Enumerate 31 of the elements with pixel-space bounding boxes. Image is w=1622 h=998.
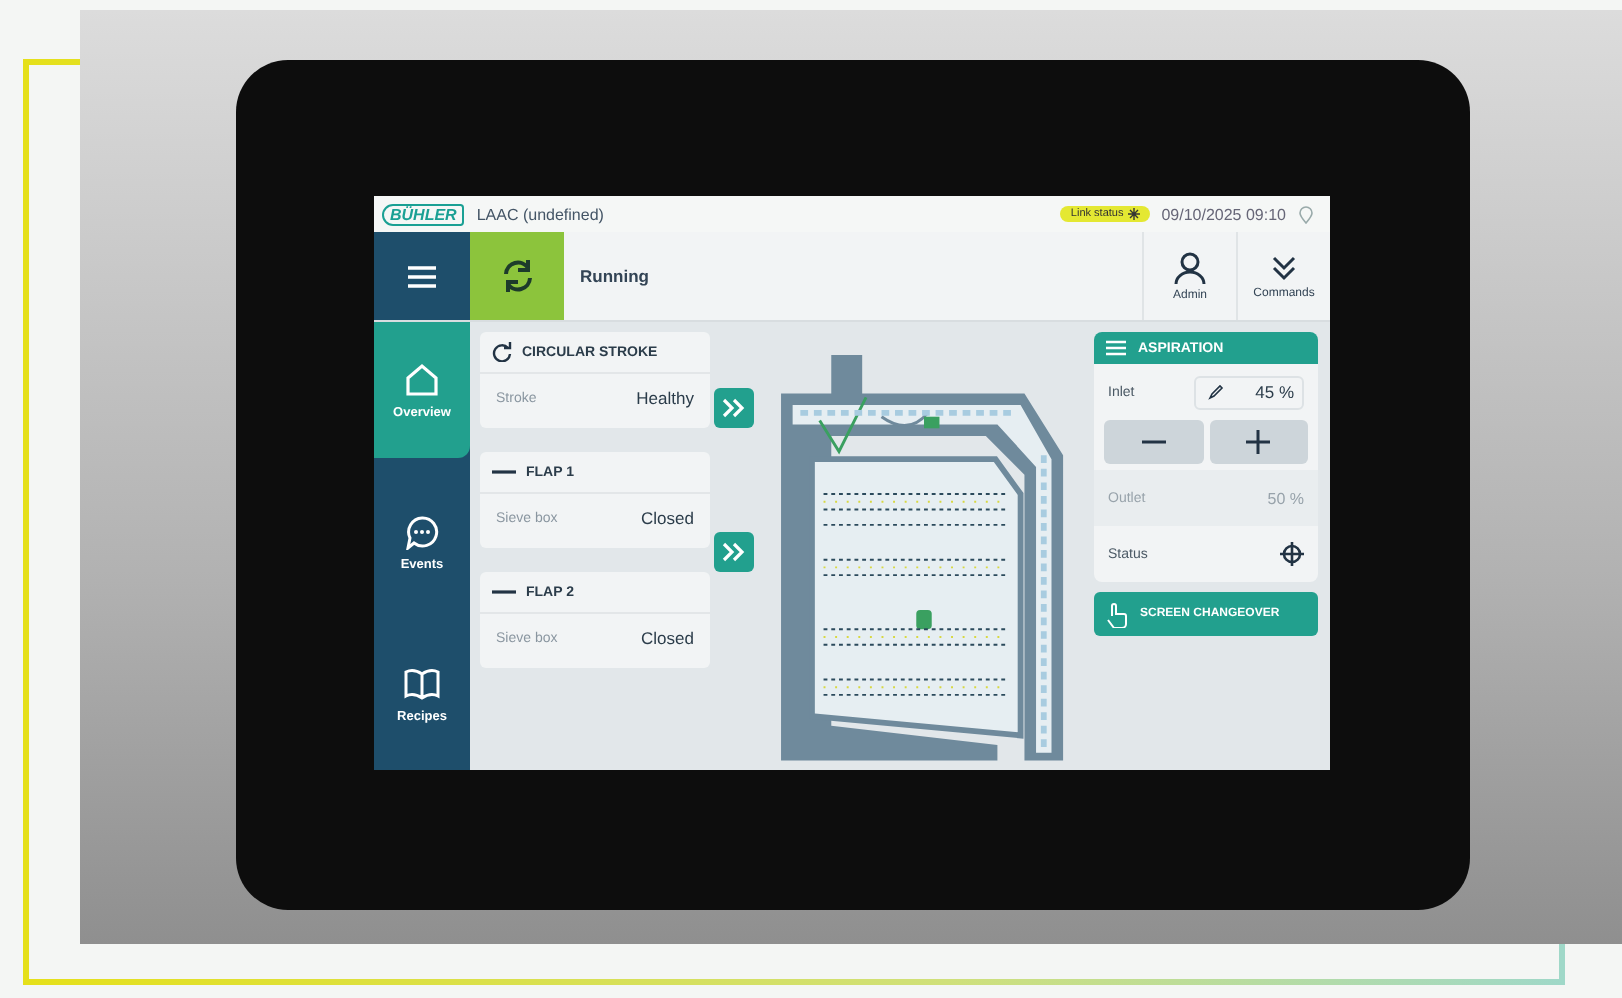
crosshair-icon (1280, 542, 1304, 566)
sparkle-icon (1127, 208, 1140, 220)
field-value: Closed (641, 628, 694, 648)
menu-button[interactable] (374, 232, 470, 320)
field-value: Healthy (636, 388, 694, 408)
location-pin-icon (1298, 205, 1314, 223)
double-chevron-right-icon (722, 398, 746, 418)
expand-button[interactable] (714, 532, 754, 572)
field-value: 50 % (1267, 489, 1304, 507)
inlet-input[interactable]: 45 % (1194, 375, 1304, 409)
home-icon (404, 361, 440, 397)
expand-button[interactable] (714, 388, 754, 428)
dash-icon (492, 588, 516, 596)
open-book-icon (402, 665, 442, 701)
double-chevron-right-icon (722, 542, 746, 562)
device-title: LAAC (undefined) (476, 205, 604, 223)
plus-icon (1246, 430, 1271, 454)
menu-icon (408, 265, 436, 287)
pencil-icon (1208, 384, 1224, 400)
menu-icon (1106, 340, 1126, 356)
dash-icon (492, 468, 516, 476)
circular-arrow-icon (492, 342, 512, 362)
user-icon (1174, 251, 1206, 283)
increase-button[interactable] (1209, 420, 1308, 464)
field-value: Closed (641, 508, 694, 528)
logo: BÜHLER (382, 203, 465, 225)
minus-icon (1141, 440, 1166, 444)
datetime: 09/10/2025 09:10 (1161, 205, 1286, 223)
double-chevron-down-icon (1270, 253, 1298, 281)
machine-status: Running (580, 266, 649, 286)
chat-bubble-icon (404, 513, 440, 549)
